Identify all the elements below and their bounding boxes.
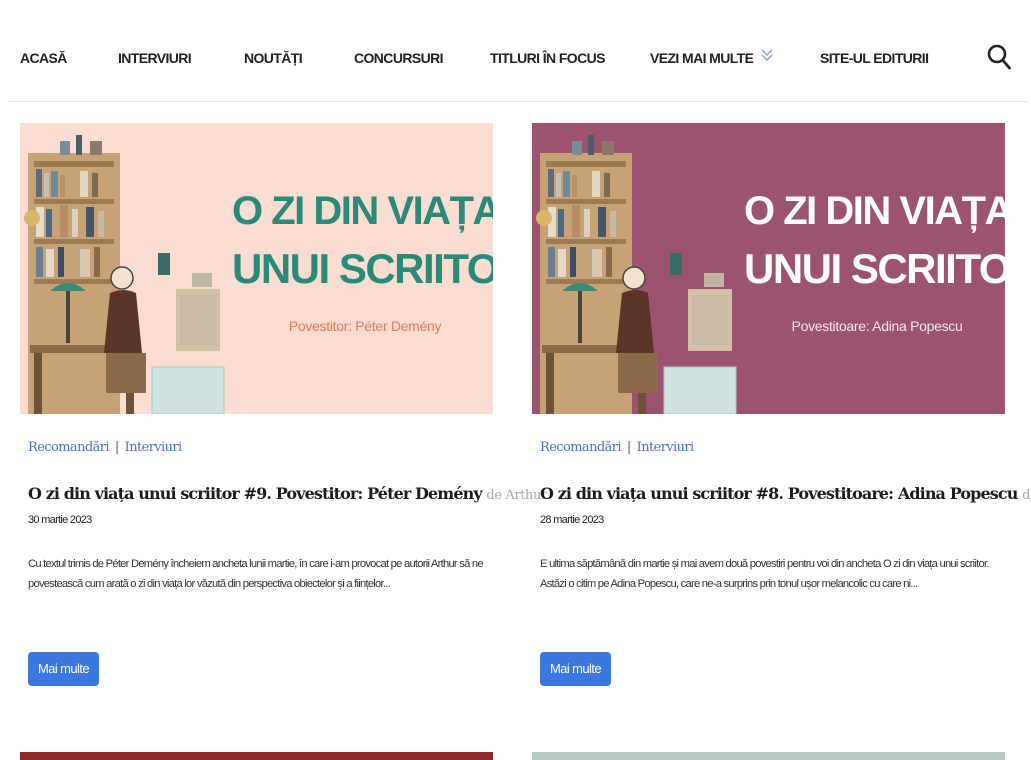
post-categories: Recomandări | Interviuri (28, 440, 182, 455)
banner-title-line2-text: UNUI SCRIITOR (232, 245, 493, 292)
category-separator: | (626, 440, 631, 455)
post-date: 30 martie 2023 (28, 514, 92, 526)
post-author[interactable]: de Arthur (486, 488, 547, 503)
next-post-image[interactable] (532, 752, 1005, 760)
next-post-image[interactable] (20, 752, 493, 760)
read-more-button[interactable]: Mai multe (28, 652, 99, 686)
category-link[interactable]: Recomandări (540, 440, 621, 455)
banner-subtitle: Povestitor: Péter Demény (288, 318, 442, 334)
banner-title-line2: UNUI SCRIITOR #9 (232, 247, 493, 291)
post-title[interactable]: O zi din viața unui scriitor #8. Povesti… (540, 484, 1031, 503)
banner-title-line2: UNUI SCRIITOR #8 (744, 247, 1005, 291)
chevron-down-icon[interactable] (760, 47, 774, 63)
nav-item-titluri-in-focus[interactable]: TITLURI ÎN FOCUS (490, 50, 605, 66)
nav-item-site-ul-editurii[interactable]: SITE-UL EDITURII (820, 50, 929, 66)
category-separator: | (114, 440, 119, 455)
search-icon[interactable] (986, 43, 1012, 71)
post-title-text[interactable]: O zi din viața unui scriitor #8. Povesti… (540, 484, 1018, 503)
category-link[interactable]: Recomandări (28, 440, 109, 455)
banner-title-line2-text: UNUI SCRIITOR (744, 245, 1005, 292)
post-banner-image[interactable]: O ZI DIN VIAȚA UNUI SCRIITOR #8 Povestit… (532, 123, 1005, 414)
nav-item-vezi-mai-multe[interactable]: VEZI MAI MULTE (650, 50, 754, 66)
category-link[interactable]: Interviuri (637, 440, 694, 455)
post-banner-image[interactable]: O ZI DIN VIAȚA UNUI SCRIITOR #9 Povestit… (20, 123, 493, 414)
nav-item-interviuri[interactable]: INTERVIURI (118, 50, 192, 66)
post-title-text[interactable]: O zi din viața unui scriitor #9. Povesti… (28, 484, 483, 503)
post-excerpt: Cu textul trimis de Péter Demény încheie… (28, 558, 484, 590)
banner-title-line1: O ZI DIN VIAȚA (744, 189, 1005, 233)
category-link[interactable]: Interviuri (125, 440, 182, 455)
post-author[interactable]: de Arthur (1022, 488, 1031, 503)
nav-item-noutati[interactable]: NOUTĂȚI (244, 50, 303, 66)
banner-title-line1: O ZI DIN VIAȚA (232, 189, 493, 233)
nav-item-concursuri[interactable]: CONCURSURI (354, 50, 443, 66)
post-title[interactable]: O zi din viața unui scriitor #9. Povesti… (28, 484, 547, 503)
post-categories: Recomandări | Interviuri (540, 440, 694, 455)
post-date: 28 martie 2023 (540, 514, 604, 526)
banner-title: O ZI DIN VIAȚA UNUI SCRIITOR #8 (744, 189, 1005, 291)
read-more-button[interactable]: Mai multe (540, 652, 611, 686)
main-navigation: ACASĂ INTERVIURI NOUTĂȚI CONCURSURI TITL… (8, 6, 1028, 102)
post-excerpt: E ultima săptămână din martie și mai ave… (540, 558, 989, 590)
nav-item-acasa[interactable]: ACASĂ (20, 50, 67, 66)
banner-title: O ZI DIN VIAȚA UNUI SCRIITOR #9 (232, 189, 493, 291)
banner-subtitle: Povestitoare: Adina Popescu (791, 318, 963, 334)
